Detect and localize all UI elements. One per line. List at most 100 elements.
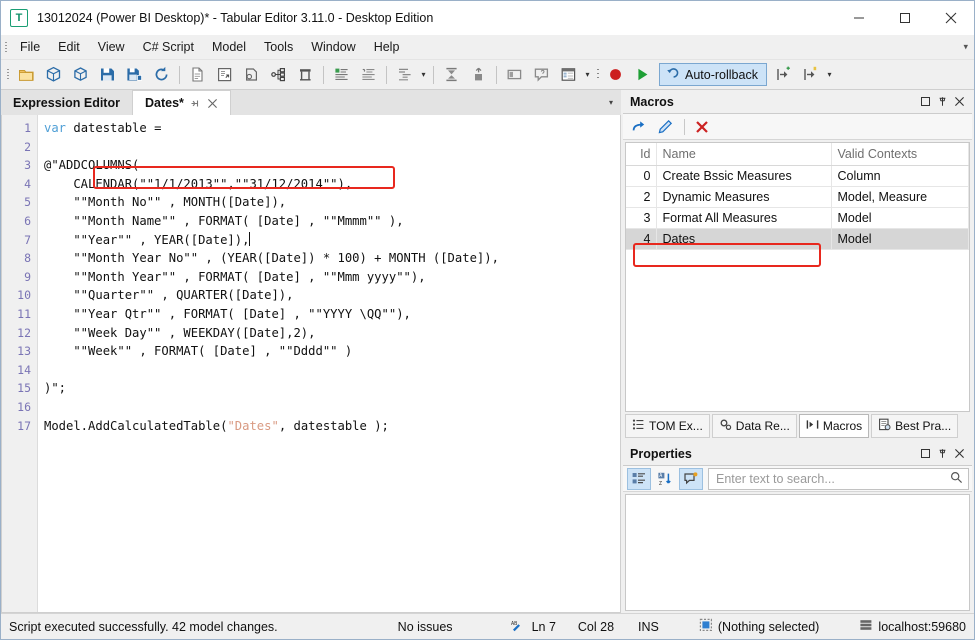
code-text[interactable]: var datestable = @"ADDCOLUMNS( CALENDAR(… [38, 115, 620, 612]
pivot-grid-icon[interactable] [556, 63, 581, 87]
new-measure-icon[interactable] [185, 63, 210, 87]
status-insert-mode[interactable]: INS [638, 620, 659, 634]
menu-file[interactable]: File [11, 37, 49, 57]
pin-icon[interactable] [190, 98, 201, 109]
chevron-down-icon[interactable]: ▾ [418, 63, 429, 87]
close-icon[interactable] [951, 92, 968, 112]
run-script-icon[interactable] [630, 63, 655, 87]
cell-contexts: Column [831, 165, 969, 187]
toolbar-separator [386, 65, 387, 84]
table-row[interactable]: 3 Format All Measures Model [626, 207, 969, 229]
menu-model[interactable]: Model [203, 37, 255, 57]
tab-dates[interactable]: Dates* [131, 90, 231, 115]
step-over-icon[interactable] [798, 63, 823, 87]
pin-icon[interactable] [934, 444, 951, 464]
search-icon[interactable] [950, 471, 963, 487]
code-line-3: @"ADDCOLUMNS( [44, 158, 140, 173]
edit-macro-icon[interactable] [653, 116, 677, 138]
status-selection-value: (Nothing selected) [717, 619, 820, 634]
restore-icon[interactable] [917, 444, 934, 464]
refresh-icon[interactable] [149, 63, 174, 87]
main-toolbar: ▾ ▾ Auto-rollback ▾ [1, 60, 974, 90]
cube-icon[interactable] [68, 63, 93, 87]
close-icon[interactable] [951, 444, 968, 464]
new-calculated-column-icon[interactable] [212, 63, 237, 87]
minimize-button[interactable] [836, 1, 882, 35]
open-folder-icon[interactable] [14, 63, 39, 87]
tabular-editor-icon: T [10, 9, 28, 27]
macros-grid[interactable]: Id Name Valid Contexts 0 Create Bssic Me… [625, 142, 970, 412]
properties-search-box[interactable] [708, 467, 969, 490]
run-macro-icon[interactable] [627, 116, 651, 138]
tab-tom-explorer[interactable]: TOM Ex... [625, 414, 710, 438]
toolbar-separator [323, 65, 324, 84]
tab-data-refresh[interactable]: Data Re... [711, 414, 797, 438]
code-keyword-var: var [44, 121, 67, 135]
column-header-valid-contexts[interactable]: Valid Contexts [831, 143, 969, 166]
maximize-button[interactable] [882, 1, 928, 35]
status-server[interactable]: localhost:59680 [859, 618, 966, 635]
properties-grid[interactable] [625, 494, 970, 611]
categorized-icon[interactable] [627, 467, 651, 490]
new-hierarchy-icon[interactable] [266, 63, 291, 87]
restore-icon[interactable] [917, 92, 934, 112]
line-number: 13 [17, 344, 31, 359]
new-calculation-item-icon[interactable] [239, 63, 264, 87]
line-number: 3 [24, 158, 31, 173]
delete-macro-icon[interactable] [690, 116, 714, 138]
code-editor[interactable]: 1 2 3 4 5 6 7 8 9 10 11 12 13 14 15 16 1 [1, 115, 621, 613]
save-as-icon[interactable] [122, 63, 147, 87]
tab-macros[interactable]: Macros [798, 414, 870, 438]
text-caret [249, 231, 251, 246]
format-dax-all-icon[interactable] [356, 63, 381, 87]
toolbar-separator [179, 65, 180, 84]
menu-window[interactable]: Window [302, 37, 364, 57]
menu-grip[interactable] [1, 35, 11, 60]
format-dax-icon[interactable] [329, 63, 354, 87]
editor-tabstrip: Expression Editor Dates* ▾ [1, 90, 621, 115]
record-macro-icon[interactable] [603, 63, 628, 87]
save-icon[interactable] [95, 63, 120, 87]
table-row-selected[interactable]: 4 Dates Model [626, 228, 969, 250]
macros-panel: Macros Id Name Valid Contexts 0 Create B… [623, 90, 972, 438]
column-header-id[interactable]: Id [626, 143, 657, 166]
table-row[interactable]: 2 Dynamic Measures Model, Measure [626, 186, 969, 208]
chevron-down-icon[interactable]: ▾ [963, 42, 968, 53]
tab-expression-editor[interactable]: Expression Editor [1, 90, 132, 115]
step-into-icon[interactable] [771, 63, 796, 87]
column-header-name[interactable]: Name [656, 143, 832, 166]
chevron-down-icon[interactable]: ▾ [609, 98, 613, 107]
refresh-table-icon[interactable] [466, 63, 491, 87]
status-issues[interactable]: No issues [398, 620, 453, 634]
close-button[interactable] [928, 1, 974, 35]
search-input[interactable] [714, 470, 950, 487]
macros-toolbar-separator [684, 118, 685, 135]
property-pages-icon[interactable] [679, 467, 703, 490]
table-row[interactable]: 0 Create Bssic Measures Column [626, 165, 969, 187]
deploy-icon[interactable] [439, 63, 464, 87]
menu-tools[interactable]: Tools [255, 37, 302, 57]
line-number: 8 [24, 251, 31, 266]
selection-icon [699, 618, 713, 635]
chevron-down-icon[interactable]: ▾ [824, 63, 835, 87]
query-icon[interactable] [529, 63, 554, 87]
chevron-down-icon[interactable]: ▾ [582, 63, 593, 87]
cube-open-icon[interactable] [41, 63, 66, 87]
close-icon[interactable] [207, 98, 218, 109]
toolbar-overflow-grip[interactable] [593, 63, 602, 87]
new-table-icon[interactable] [293, 63, 318, 87]
pin-icon[interactable] [934, 92, 951, 112]
preview-icon[interactable] [502, 63, 527, 87]
menu-edit[interactable]: Edit [49, 37, 89, 57]
line-number: 7 [24, 232, 31, 247]
align-icon[interactable] [392, 63, 417, 87]
tabstrip-overflow[interactable]: ▾ [230, 90, 621, 115]
sort-az-icon[interactable]: AZ [653, 468, 677, 490]
toolbar-grip[interactable] [3, 62, 13, 87]
menu-csharp-script[interactable]: C# Script [134, 37, 203, 57]
menu-help[interactable]: Help [365, 37, 409, 57]
auto-rollback-button[interactable]: Auto-rollback [659, 63, 767, 86]
line-number: 15 [17, 381, 31, 396]
tab-best-practice[interactable]: Best Pra... [871, 414, 959, 438]
menu-view[interactable]: View [89, 37, 134, 57]
